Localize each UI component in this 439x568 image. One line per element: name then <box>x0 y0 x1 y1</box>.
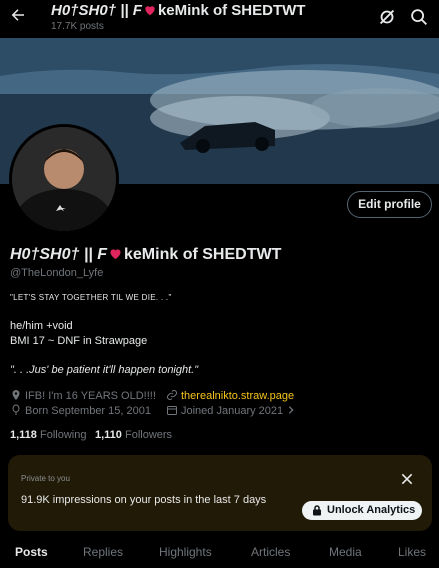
bio-line-2: he/him +void <box>10 320 73 332</box>
tab-articles[interactable]: Articles <box>251 545 290 559</box>
profile-name-part2: keMink of SHEDTWT <box>124 246 282 263</box>
header-title-part2: keMink of SHEDTWT <box>157 2 306 19</box>
following-link[interactable]: 1,118 Following <box>10 429 86 441</box>
followers-label: Followers <box>124 429 173 441</box>
posts-count: 17.7K posts <box>51 21 104 32</box>
link-icon <box>166 389 178 401</box>
tab-highlights[interactable]: Highlights <box>159 545 212 559</box>
edit-profile-label: Edit profile <box>358 197 421 211</box>
private-label: Private to you <box>21 474 70 483</box>
followers-count: 1,110 <box>95 429 122 441</box>
tab-posts[interactable]: Posts <box>15 545 48 559</box>
top-bar: H0†SH0† || F keMink of SHEDTWT 17.7K post… <box>0 0 439 38</box>
birthday: Born September 15, 2001 <box>10 404 151 417</box>
website[interactable]: therealnikto.straw.page <box>166 389 294 402</box>
location: IFB! I'm 16 YEARS OLD!!!! <box>10 389 156 402</box>
balloon-icon <box>10 404 22 416</box>
following-label: Following <box>39 429 87 441</box>
following-count: 1,118 <box>10 429 37 441</box>
avatar[interactable] <box>9 124 119 234</box>
chevron-right-icon[interactable] <box>286 405 296 417</box>
unlock-analytics-button[interactable]: Unlock Analytics <box>302 501 422 520</box>
location-pin-icon <box>10 389 22 401</box>
bio-line-4: ". . .Jus' be patient it'll happen tonig… <box>10 364 199 376</box>
heart-icon <box>107 246 124 263</box>
close-icon[interactable] <box>399 471 415 487</box>
analytics-card: Private to you 91.9K impressions on your… <box>8 455 432 531</box>
profile-handle: @TheLondon_Lyfe <box>10 267 104 279</box>
tab-replies[interactable]: Replies <box>83 545 123 559</box>
search-icon[interactable] <box>408 6 430 28</box>
grok-icon[interactable] <box>376 6 398 28</box>
joined: Joined January 2021 <box>166 404 296 417</box>
lock-icon <box>312 505 322 516</box>
website-link[interactable]: therealnikto.straw.page <box>181 390 294 402</box>
impressions-text: 91.9K impressions on your posts in the l… <box>21 494 267 506</box>
heart-icon <box>142 2 158 19</box>
header-title: H0†SH0† || F keMink of SHEDTWT <box>51 2 305 19</box>
location-text: IFB! I'm 16 YEARS OLD!!!! <box>25 390 156 402</box>
followers-link[interactable]: 1,110 Followers <box>95 429 172 441</box>
calendar-icon <box>166 404 178 416</box>
arrow-left-icon[interactable] <box>8 6 28 26</box>
tab-media[interactable]: Media <box>329 545 362 559</box>
bio-line-1: "LET'S STAY TOGETHER TIL WE DIE. . ." <box>10 293 172 302</box>
unlock-analytics-label: Unlock Analytics <box>327 504 416 516</box>
profile-name-part1: H0†SH0† || F <box>10 246 107 263</box>
joined-text: Joined January 2021 <box>181 405 284 417</box>
bio-line-3: BMI 17 ~ DNF in Strawpage <box>10 335 148 347</box>
header-title-part1: H0†SH0† || F <box>51 2 142 19</box>
tab-likes[interactable]: Likes <box>398 545 426 559</box>
birthday-text: Born September 15, 2001 <box>25 405 151 417</box>
profile-name: H0†SH0† || F keMink of SHEDTWT <box>10 246 281 264</box>
edit-profile-button[interactable]: Edit profile <box>347 191 432 218</box>
